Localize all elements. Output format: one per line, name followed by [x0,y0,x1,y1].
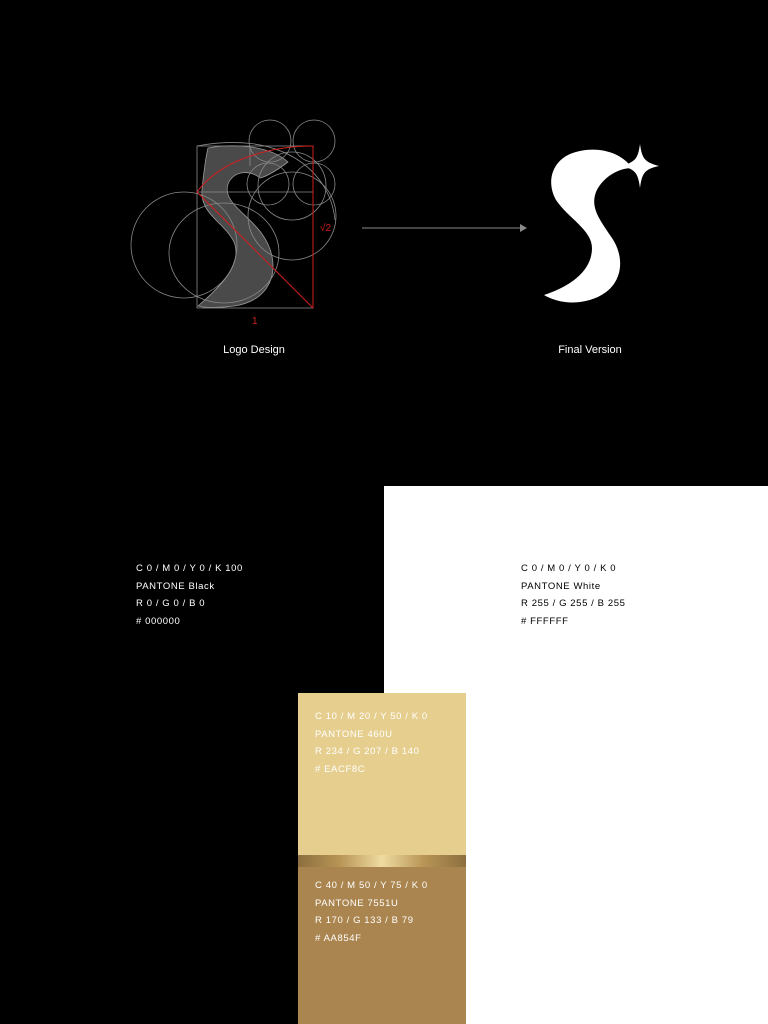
arrow-right-icon [362,224,527,232]
gold-gradient-band [298,855,466,867]
white-pantone: PANTONE White [521,580,601,592]
final-logo-s-shape [544,149,632,303]
white-rgb: R 255 / G 255 / B 255 [521,598,626,609]
logo-construction-drawing: √2 1 [130,119,337,327]
black-cmyk: C 0 / M 0 / Y 0 / K 100 [136,563,243,574]
gold-light-hex: # EACF8C [315,763,366,775]
gold-dark-pantone: PANTONE 7551U [315,897,399,909]
final-logo-s [544,144,659,303]
black-swatch-specs: C 0 / M 0 / Y 0 / K 100 PANTONE Black R … [136,560,243,630]
gold-dark-swatch-specs: C 40 / M 50 / Y 75 / K 0 PANTONE 7551U R… [315,877,428,947]
logo-design-caption: Logo Design [223,344,285,356]
black-pantone: PANTONE Black [136,580,215,592]
gold-light-rgb: R 234 / G 207 / B 140 [315,746,420,757]
white-cmyk: C 0 / M 0 / Y 0 / K 0 [521,563,617,574]
gold-light-cmyk: C 10 / M 20 / Y 50 / K 0 [315,711,428,722]
construction-label-one: 1 [252,316,258,327]
sparkle-icon [621,144,659,188]
white-swatch-specs: C 0 / M 0 / Y 0 / K 0 PANTONE White R 25… [521,560,626,630]
gold-dark-hex: # AA854F [315,932,362,944]
black-hex: # 000000 [136,615,181,627]
white-hex: # FFFFFF [521,615,569,627]
construction-s-shape [197,145,289,308]
gold-light-swatch-specs: C 10 / M 20 / Y 50 / K 0 PANTONE 460U R … [315,708,428,778]
gold-dark-rgb: R 170 / G 133 / B 79 [315,915,414,926]
black-rgb: R 0 / G 0 / B 0 [136,598,206,609]
construction-label-sqrt2: √2 [320,222,331,234]
gold-dark-cmyk: C 40 / M 50 / Y 75 / K 0 [315,880,428,891]
final-version-caption: Final Version [558,344,622,356]
gold-light-pantone: PANTONE 460U [315,728,393,740]
